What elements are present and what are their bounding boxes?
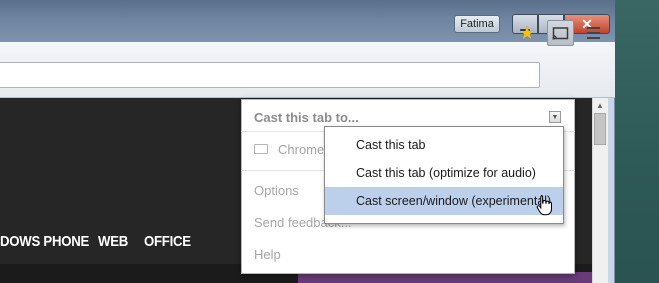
cast-popup-title: Cast this tab to... bbox=[254, 110, 359, 125]
desktop-wallpaper bbox=[612, 0, 659, 283]
menu-bar-icon bbox=[586, 27, 600, 29]
cast-icon bbox=[552, 26, 569, 39]
hand-cursor-icon bbox=[536, 195, 552, 216]
menu-item-cast-tab-audio[interactable]: Cast this tab (optimize for audio) bbox=[325, 159, 563, 187]
browser-toolbar bbox=[0, 42, 615, 98]
help-link[interactable]: Help bbox=[254, 247, 281, 262]
profile-button[interactable]: Fatima bbox=[454, 15, 500, 33]
nav-item-web[interactable]: WEB bbox=[98, 233, 128, 250]
options-link[interactable]: Options bbox=[254, 183, 299, 198]
cast-mode-dropdown-arrow-icon[interactable]: ▼ bbox=[549, 111, 561, 123]
menu-item-cast-screen[interactable]: Cast screen/window (experimental) bbox=[325, 187, 563, 215]
scroll-up-arrow-icon[interactable]: ▲ bbox=[596, 101, 604, 110]
cast-device-label[interactable]: Chromec bbox=[278, 142, 331, 157]
menu-bar-icon bbox=[586, 37, 600, 39]
bookmark-star-icon[interactable]: ★ bbox=[519, 24, 535, 42]
chrome-menu-button[interactable] bbox=[582, 22, 604, 44]
nav-item-office[interactable]: OFFICE bbox=[144, 233, 191, 250]
cast-button[interactable] bbox=[547, 20, 574, 46]
address-bar[interactable] bbox=[0, 62, 540, 88]
nav-item-windows-phone[interactable]: DOWS PHONE bbox=[0, 233, 89, 250]
menu-bar-icon bbox=[586, 32, 600, 34]
cast-device-icon bbox=[254, 144, 268, 154]
scrollbar-thumb[interactable] bbox=[594, 113, 606, 145]
menu-item-cast-tab[interactable]: Cast this tab bbox=[325, 131, 563, 159]
